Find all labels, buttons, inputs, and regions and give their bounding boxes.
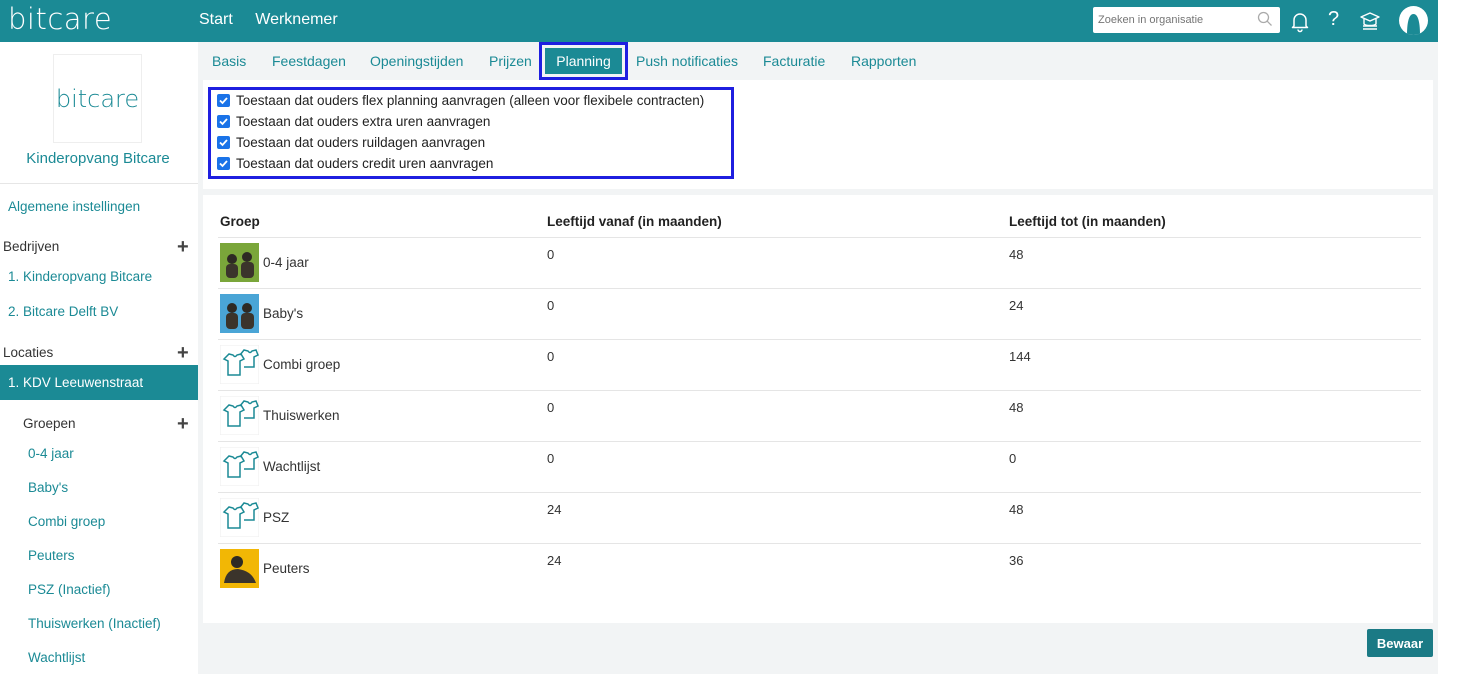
flex-planning-option[interactable]: Toestaan dat ouders flex planning aanvra… [217,93,704,108]
search-input[interactable] [1093,7,1280,33]
checkbox-checked-icon[interactable] [217,157,230,170]
age-from: 0 [547,349,555,364]
col-header-groep: Groep [220,214,260,229]
group-photo-green [220,243,259,282]
search-icon[interactable] [1257,11,1273,27]
checkbox-checked-icon[interactable] [217,136,230,149]
tab-planning[interactable]: Planning [539,42,628,80]
age-to: 24 [1009,298,1024,313]
group-name: Peuters [263,561,310,576]
table-divider [218,492,1421,493]
age-from: 24 [547,553,562,568]
group-name: 0-4 jaar [263,255,309,270]
age-to: 36 [1009,553,1024,568]
sidebar-groep-item[interactable]: Thuiswerken (Inactief) [28,616,161,631]
sidebar-locaties-heading: Locaties [3,345,54,360]
group-name: Thuiswerken [263,408,340,423]
group-photo-yellow [220,549,259,588]
add-groep-plus-icon[interactable]: + [177,414,189,434]
credit-uren-option[interactable]: Toestaan dat ouders credit uren aanvrage… [217,156,493,171]
age-from: 0 [547,451,555,466]
tab-push-notificaties[interactable]: Push notificaties [636,53,738,69]
help-icon[interactable]: ? [1328,8,1339,31]
table-divider [218,390,1421,391]
org-logo: bitcare [53,54,142,143]
sidebar-bedrijf-item[interactable]: 2. Bitcare Delft BV [8,304,118,319]
nav-werknemer[interactable]: Werknemer [255,11,337,28]
add-locatie-plus-icon[interactable]: + [177,343,189,363]
ruildagen-option[interactable]: Toestaan dat ouders ruildagen aanvragen [217,135,485,150]
tab-prijzen[interactable]: Prijzen [489,53,532,69]
group-name: Baby's [263,306,304,321]
col-header-leeftijd-vanaf: Leeftijd vanaf (in maanden) [547,214,722,229]
option-label: Toestaan dat ouders flex planning aanvra… [236,93,705,108]
group-name: Combi groep [263,357,341,372]
option-label: Toestaan dat ouders credit uren aanvrage… [236,156,494,171]
top-nav: Start Werknemer [199,11,356,29]
sidebar-groep-item[interactable]: Combi groep [28,514,105,529]
user-silhouette-icon [1407,14,1420,35]
age-from: 0 [547,400,555,415]
tab-basis[interactable]: Basis [212,53,246,69]
sidebar-divider [0,183,198,184]
onesie-icon [220,498,259,537]
option-label: Toestaan dat ouders ruildagen aanvragen [236,135,486,150]
top-bar: bitcare Start Werknemer ? [0,0,1438,42]
user-avatar[interactable] [1399,6,1428,35]
table-divider [218,441,1421,442]
graduation-cap-icon[interactable] [1358,9,1382,33]
col-header-leeftijd-tot: Leeftijd tot (in maanden) [1009,214,1166,229]
tab-facturatie[interactable]: Facturatie [763,53,825,69]
onesie-icon [220,345,259,384]
tab-openingstijden[interactable]: Openingstijden [370,53,463,69]
sidebar-general-settings[interactable]: Algemene instellingen [8,199,140,214]
bell-icon[interactable] [1288,9,1312,33]
table-divider [218,237,1421,238]
age-to: 144 [1009,349,1031,364]
save-button[interactable]: Bewaar [1367,629,1433,657]
group-name: PSZ [263,510,290,525]
sidebar-groep-item[interactable]: Baby's [28,480,68,495]
table-divider [218,288,1421,289]
org-logo-text: bitcare [55,84,140,113]
onesie-icon [220,396,259,435]
sidebar-groep-item[interactable]: PSZ (Inactief) [28,582,111,597]
tab-feestdagen[interactable]: Feestdagen [272,53,346,69]
sidebar-bedrijven-heading: Bedrijven [3,239,60,254]
group-name: Wachtlijst [263,459,321,474]
age-from: 0 [547,298,555,313]
age-to: 0 [1009,451,1017,466]
sidebar-location-active[interactable]: 1. KDV Leeuwenstraat [0,365,198,400]
age-from: 24 [547,502,562,517]
option-label: Toestaan dat ouders extra uren aanvragen [236,114,491,129]
age-from: 0 [547,247,555,262]
sidebar-groep-item[interactable]: 0-4 jaar [28,446,74,461]
sidebar-groepen-heading: Groepen [23,416,76,431]
nav-start[interactable]: Start [199,11,233,28]
age-to: 48 [1009,247,1024,262]
org-name[interactable]: Kinderopvang Bitcare [0,150,196,167]
age-to: 48 [1009,502,1024,517]
app-logo[interactable]: bitcare [8,2,112,36]
sidebar: bitcare Kinderopvang Bitcare Algemene in… [0,42,198,674]
extra-uren-option[interactable]: Toestaan dat ouders extra uren aanvragen [217,114,490,129]
checkbox-checked-icon[interactable] [217,94,230,107]
tab-rapporten[interactable]: Rapporten [851,53,916,69]
onesie-icon [220,447,259,486]
table-divider [218,339,1421,340]
groups-table-panel [203,195,1433,623]
sidebar-groep-item[interactable]: Wachtlijst [28,650,85,665]
sidebar-groep-item[interactable]: Peuters [28,548,75,563]
age-to: 48 [1009,400,1024,415]
add-bedrijf-plus-icon[interactable]: + [177,237,189,257]
sidebar-bedrijf-item[interactable]: 1. Kinderopvang Bitcare [8,269,152,284]
group-photo-blue [220,294,259,333]
checkbox-checked-icon[interactable] [217,115,230,128]
table-divider [218,543,1421,544]
